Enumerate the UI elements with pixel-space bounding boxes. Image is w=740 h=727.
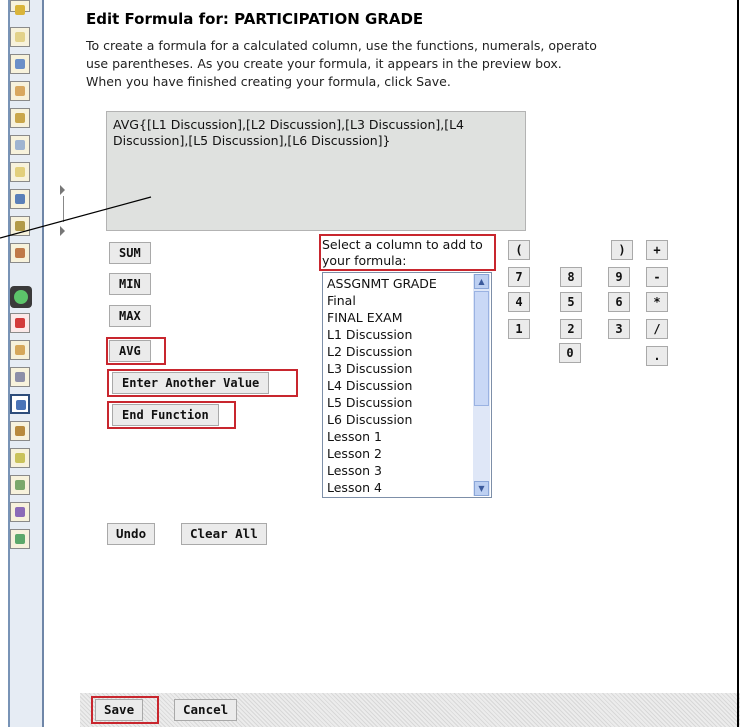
formula-preview-text: AVG{[L1 Discussion],[L2 Discussion],[L3 … <box>113 117 465 148</box>
column-option[interactable]: L2 Discussion <box>327 343 437 360</box>
undo-button[interactable]: Undo <box>107 523 156 545</box>
enter-value-highlight <box>107 369 298 397</box>
toolbar-stack-icon[interactable] <box>10 421 30 441</box>
zero-button[interactable]: 0 <box>559 343 581 363</box>
avg-highlight <box>106 337 166 365</box>
right-edge-rule <box>737 0 739 727</box>
column-option[interactable]: ASSGNMT GRADE <box>327 275 437 292</box>
scroll-up-icon[interactable]: ▲ <box>474 274 489 289</box>
column-option[interactable]: L5 Discussion <box>327 394 437 411</box>
column-label-highlight <box>319 234 496 271</box>
toolbar-globe-icon[interactable] <box>10 189 30 209</box>
column-option[interactable]: Lesson 3 <box>327 462 437 479</box>
collapse-arrow-icon[interactable] <box>60 185 65 195</box>
column-option[interactable]: Final <box>327 292 437 309</box>
scroll-down-icon[interactable]: ▼ <box>474 481 489 496</box>
column-option[interactable]: Lesson 4 <box>327 479 437 496</box>
five-button[interactable]: 5 <box>560 292 582 312</box>
toolbar-copy-icon[interactable] <box>10 27 30 47</box>
toolbar-group-icon[interactable] <box>10 243 30 263</box>
close-paren-button[interactable]: ) <box>611 240 633 260</box>
column-scrollbar[interactable]: ▲ ▼ <box>473 274 490 496</box>
column-listbox[interactable]: ASSGNMT GRADE Final FINAL EXAM L1 Discus… <box>322 272 492 498</box>
nine-button[interactable]: 9 <box>608 267 630 287</box>
sum-button[interactable]: SUM <box>109 242 151 264</box>
toolbar-gradebook-icon[interactable] <box>10 394 30 414</box>
toolbar-tools-icon[interactable] <box>10 502 30 522</box>
four-button[interactable]: 4 <box>508 292 530 312</box>
two-button[interactable]: 2 <box>560 319 582 339</box>
cancel-button[interactable]: Cancel <box>174 699 238 721</box>
toolbar-people-icon[interactable] <box>10 340 30 360</box>
toolbar-document-icon[interactable] <box>10 162 30 182</box>
expand-arrow-icon[interactable] <box>60 226 65 236</box>
column-option[interactable]: L4 Discussion <box>327 377 437 394</box>
seven-button[interactable]: 7 <box>508 267 530 287</box>
column-option[interactable]: L3 Discussion <box>327 360 437 377</box>
page-title: Edit Formula for: PARTICIPATION GRADE <box>86 10 424 28</box>
toolbar-pin-icon[interactable] <box>10 54 30 74</box>
toolbar-status-icon[interactable] <box>10 286 32 308</box>
three-button[interactable]: 3 <box>608 319 630 339</box>
divide-button[interactable]: / <box>646 319 668 339</box>
eight-button[interactable]: 8 <box>560 267 582 287</box>
left-toolbar <box>0 0 44 727</box>
column-option[interactable]: L6 Discussion <box>327 411 437 428</box>
toolbar-grid-icon[interactable] <box>10 216 30 236</box>
footer-bar: Save Cancel <box>80 693 740 727</box>
instructions-line-3: When you have finished creating your for… <box>86 74 451 89</box>
column-options: ASSGNMT GRADE Final FINAL EXAM L1 Discus… <box>327 275 437 496</box>
scroll-thumb[interactable] <box>474 291 489 406</box>
clear-all-button[interactable]: Clear All <box>181 523 267 545</box>
splitter-handle[interactable] <box>63 196 64 222</box>
column-option[interactable]: L1 Discussion <box>327 326 437 343</box>
plus-button[interactable]: + <box>646 240 668 260</box>
instructions-line-2: use parentheses. As you create your form… <box>86 56 562 71</box>
minus-button[interactable]: - <box>646 267 668 287</box>
column-option[interactable]: FINAL EXAM <box>327 309 437 326</box>
formula-preview-box[interactable]: AVG{[L1 Discussion],[L2 Discussion],[L3 … <box>106 111 526 231</box>
toolbar-map-icon[interactable] <box>10 529 30 549</box>
toolbar-chart-icon[interactable] <box>10 448 30 468</box>
toolbar-icon-top[interactable] <box>10 0 30 15</box>
instructions-line-1: To create a formula for a calculated col… <box>86 38 597 53</box>
decimal-button[interactable]: . <box>646 346 668 366</box>
open-paren-button[interactable]: ( <box>508 240 530 260</box>
toolbar-home-icon[interactable] <box>10 475 30 495</box>
one-button[interactable]: 1 <box>508 319 530 339</box>
toolbar-users-icon[interactable] <box>10 81 30 101</box>
multiply-button[interactable]: * <box>646 292 668 312</box>
end-function-highlight <box>107 401 236 429</box>
toolbar-eraser-icon[interactable] <box>10 313 30 333</box>
column-option[interactable]: Lesson 1 <box>327 428 437 445</box>
min-button[interactable]: MIN <box>109 273 151 295</box>
toolbar-search-icon[interactable] <box>10 108 30 128</box>
column-option[interactable]: Lesson 2 <box>327 445 437 462</box>
six-button[interactable]: 6 <box>608 292 630 312</box>
max-button[interactable]: MAX <box>109 305 151 327</box>
toolbar-compass-icon[interactable] <box>10 135 30 155</box>
formula-panel: Edit Formula for: PARTICIPATION GRADE To… <box>76 0 740 727</box>
toolbar-key-icon[interactable] <box>10 367 30 387</box>
save-highlight <box>91 696 159 724</box>
